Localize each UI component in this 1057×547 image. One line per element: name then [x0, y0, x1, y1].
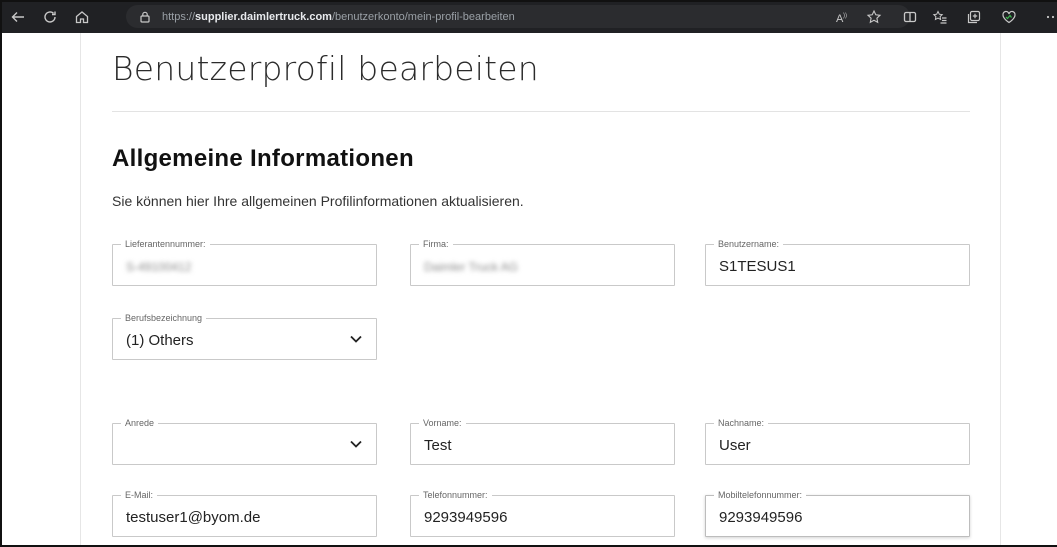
anrede-select[interactable]: Anrede — [112, 417, 377, 465]
nachname-field[interactable]: Nachname: User — [705, 417, 970, 465]
refresh-icon — [44, 10, 56, 23]
home-icon — [75, 10, 89, 23]
url-domain: supplier.daimlertruck.com — [195, 10, 332, 23]
favorites-button[interactable] — [924, 0, 956, 33]
home-button[interactable] — [66, 0, 98, 33]
browser-toolbar: https://supplier.daimlertruck.com/benutz… — [0, 0, 1057, 33]
firma-value: Daimler Truck AG — [424, 260, 519, 274]
lock-icon — [140, 11, 150, 23]
berufsbezeichnung-select[interactable]: Berufsbezeichnung (1) Others — [112, 312, 377, 360]
svg-text:)): )) — [843, 13, 847, 19]
email-label: E-Mail: — [121, 489, 158, 501]
section-title: Allgemeine Informationen — [112, 145, 414, 172]
berufsbezeichnung-label: Berufsbezeichnung — [121, 312, 207, 324]
firma-label: Firma: — [419, 238, 453, 250]
vorname-label: Vorname: — [419, 417, 466, 429]
favorites-icon — [932, 9, 947, 24]
heart-icon — [1002, 10, 1016, 23]
section-description: Sie können hier Ihre allgemeinen Profili… — [112, 193, 524, 209]
nachname-label: Nachname: — [714, 417, 769, 429]
benutzername-field[interactable]: Benutzername: S1TESUS1 — [705, 238, 970, 286]
benutzername-value: S1TESUS1 — [719, 258, 796, 275]
address-bar[interactable]: https://supplier.daimlertruck.com/benutz… — [126, 5, 910, 28]
star-icon — [866, 9, 882, 23]
email-field[interactable]: E-Mail: testuser1@byom.de — [112, 489, 377, 537]
nachname-value: User — [719, 437, 751, 454]
title-divider — [112, 111, 970, 112]
mobiltelefon-label: Mobiltelefonnummer: — [714, 489, 807, 501]
url-path: /benutzerkonto/mein-profil-bearbeiten — [331, 10, 515, 23]
address-url: https://supplier.daimlertruck.com/benutz… — [162, 11, 515, 23]
anrede-label: Anrede — [121, 417, 159, 429]
collections-button[interactable] — [958, 0, 990, 33]
split-screen-button[interactable] — [894, 0, 926, 33]
lieferantennummer-value: S-49100412 — [126, 260, 192, 274]
read-aloud-button[interactable]: A)) — [826, 0, 858, 33]
telefon-label: Telefonnummer: — [419, 489, 492, 501]
back-button[interactable] — [2, 0, 34, 33]
split-screen-icon — [903, 11, 917, 22]
email-value: testuser1@byom.de — [126, 509, 261, 526]
profile-page: Benutzerprofil bearbeiten Allgemeine Inf… — [80, 33, 1001, 547]
vorname-value: Test — [424, 437, 452, 454]
telefon-field[interactable]: Telefonnummer: 9293949596 — [410, 489, 675, 537]
chevron-down-icon — [350, 440, 362, 448]
favorite-button[interactable] — [858, 0, 890, 33]
mobiltelefon-value: 9293949596 — [719, 509, 803, 526]
mobiltelefon-field[interactable]: Mobiltelefonnummer: 9293949596 — [705, 489, 970, 537]
lieferantennummer-field[interactable]: Lieferantennummer: S-49100412 — [112, 238, 377, 286]
chevron-down-icon — [350, 335, 362, 343]
page-title: Benutzerprofil bearbeiten — [112, 49, 539, 88]
more-icon — [1046, 15, 1057, 18]
url-prefix: https:// — [162, 10, 196, 23]
back-arrow-icon — [11, 11, 24, 22]
vorname-field[interactable]: Vorname: Test — [410, 417, 675, 465]
more-menu-button[interactable] — [1037, 0, 1057, 33]
collections-icon — [967, 10, 981, 23]
lieferantennummer-label: Lieferantennummer: — [121, 238, 210, 250]
telefon-value: 9293949596 — [424, 509, 508, 526]
refresh-button[interactable] — [34, 0, 66, 33]
health-button[interactable] — [993, 0, 1025, 33]
benutzername-label: Benutzername: — [714, 238, 784, 250]
berufsbezeichnung-value: (1) Others — [126, 332, 194, 349]
firma-field[interactable]: Firma: Daimler Truck AG — [410, 238, 675, 286]
read-aloud-icon: A)) — [836, 13, 847, 25]
